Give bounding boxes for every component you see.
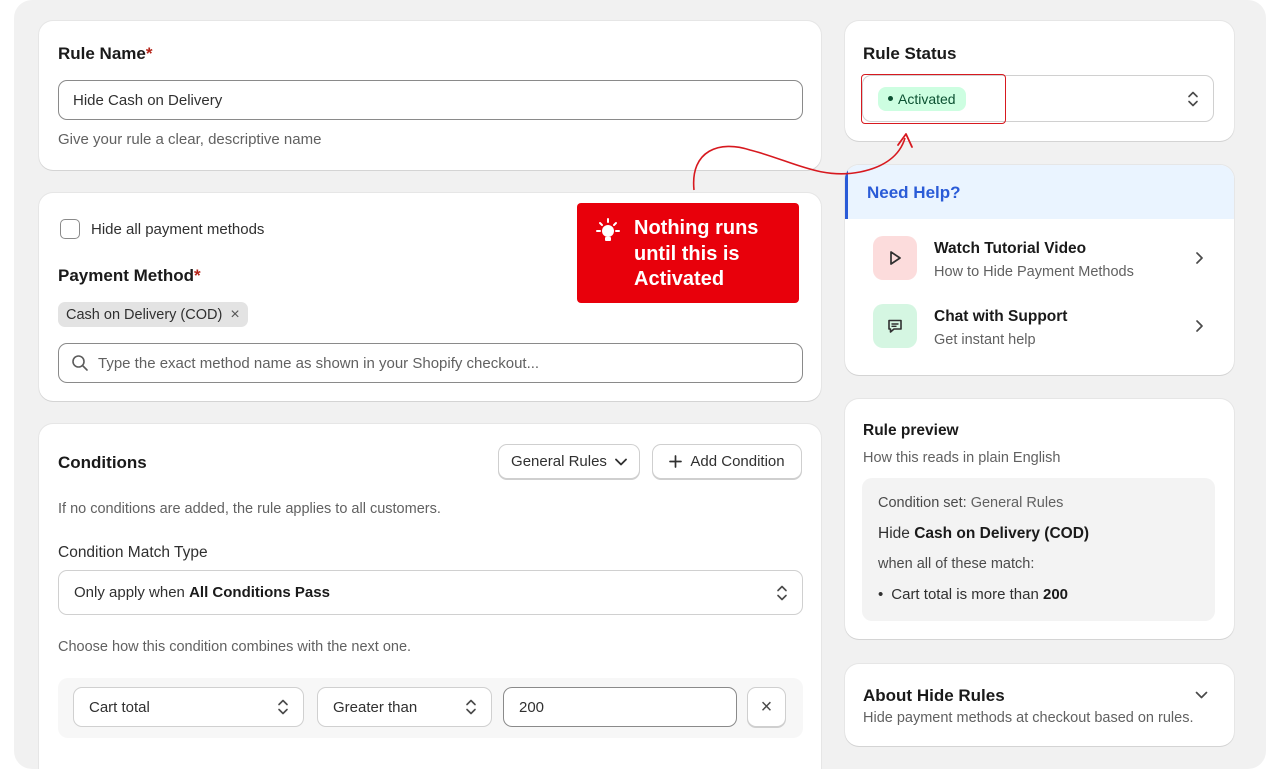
condition-row: Cart total Greater than 200 ×	[58, 678, 803, 738]
chip-remove-icon[interactable]: ×	[230, 306, 239, 324]
rule-name-label: Rule Name*	[58, 44, 153, 63]
condition-bullet: • Cart total is more than 200	[878, 586, 1069, 603]
payment-method-label: Payment Method*	[58, 266, 201, 285]
when-line: when all of these match:	[878, 556, 1035, 572]
about-title: About Hide Rules	[863, 686, 1005, 705]
help-item-title: Chat with Support	[934, 308, 1068, 325]
rule-name-help: Give your rule a clear, descriptive name	[58, 131, 322, 148]
add-condition-button[interactable]: Add Condition	[652, 444, 802, 479]
rule-name-card: Rule Name* Hide Cash on Delivery Give yo…	[39, 21, 821, 170]
chevron-down-icon[interactable]	[1195, 691, 1208, 700]
play-icon	[873, 236, 917, 280]
chevron-down-icon	[615, 458, 627, 465]
chat-icon	[873, 304, 917, 348]
condition-operator-value: Greater than	[333, 698, 418, 716]
help-item-subtitle: Get instant help	[934, 332, 1036, 348]
close-icon: ×	[760, 695, 773, 718]
help-item-title: Watch Tutorial Video	[934, 240, 1087, 257]
help-item-video[interactable]: Watch Tutorial Video How to Hide Payment…	[873, 235, 1221, 285]
preview-title: Rule preview	[863, 422, 959, 439]
conditions-card: Conditions General Rules Add Condition I…	[39, 424, 821, 769]
match-type-select[interactable]: Only apply when All Conditions Pass	[58, 570, 803, 615]
about-subtitle: Hide payment methods at checkout based o…	[863, 710, 1194, 726]
help-title: Need Help?	[867, 183, 961, 202]
condition-field-value: Cart total	[89, 698, 150, 716]
payment-chip: Cash on Delivery (COD) ×	[58, 302, 248, 327]
combine-note: Choose how this condition combines with …	[58, 639, 412, 655]
preview-subtitle: How this reads in plain English	[863, 450, 1061, 466]
help-header: Need Help?	[845, 165, 1234, 219]
remove-condition-button[interactable]: ×	[747, 687, 786, 727]
condition-value-input[interactable]: 200	[503, 687, 737, 727]
payment-search-input[interactable]: Type the exact method name as shown in y…	[58, 343, 803, 383]
general-rules-button[interactable]: General Rules	[498, 444, 640, 479]
rule-name-value: Hide Cash on Delivery	[73, 91, 223, 109]
add-condition-label: Add Condition	[690, 453, 785, 470]
lightbulb-icon	[596, 218, 620, 241]
condition-field-select[interactable]: Cart total	[73, 687, 304, 727]
activation-callout: Nothing runs until this is Activated	[577, 203, 799, 303]
match-type-prefix: Only apply when	[74, 584, 190, 601]
match-type-label: Condition Match Type	[58, 544, 208, 561]
conditions-note: If no conditions are added, the rule app…	[58, 501, 441, 517]
hide-all-label: Hide all payment methods	[91, 221, 265, 238]
help-card: Need Help? Watch Tutorial Video How to H…	[845, 165, 1234, 375]
condition-value: 200	[519, 698, 545, 716]
hide-line: Hide Cash on Delivery (COD)	[878, 525, 1090, 542]
status-highlight-box	[861, 74, 1006, 124]
updown-icon	[777, 585, 787, 600]
updown-icon	[278, 699, 288, 715]
updown-icon	[1188, 91, 1198, 106]
match-type-value: All Conditions Pass	[189, 584, 330, 601]
about-card[interactable]: About Hide Rules Hide payment methods at…	[845, 664, 1234, 746]
conditions-title: Conditions	[58, 453, 147, 472]
general-rules-label: General Rules	[511, 453, 607, 470]
rule-preview-card: Rule preview How this reads in plain Eng…	[845, 399, 1234, 639]
updown-icon	[466, 699, 476, 715]
help-item-subtitle: How to Hide Payment Methods	[934, 264, 1134, 280]
chevron-right-icon	[1196, 252, 1203, 264]
callout-text: Nothing runs until this is Activated	[634, 217, 759, 290]
condition-operator-select[interactable]: Greater than	[317, 687, 492, 727]
help-item-chat[interactable]: Chat with Support Get instant help	[873, 303, 1221, 353]
preview-box: Condition set: General Rules Hide Cash o…	[862, 478, 1215, 621]
search-placeholder: Type the exact method name as shown in y…	[98, 354, 540, 372]
rule-status-title: Rule Status	[863, 44, 957, 63]
chevron-right-icon	[1196, 320, 1203, 332]
plus-icon	[669, 455, 683, 468]
rule-name-input[interactable]: Hide Cash on Delivery	[58, 80, 803, 120]
hide-all-checkbox[interactable]	[60, 219, 80, 239]
search-icon	[72, 355, 88, 371]
condition-set-line: Condition set: General Rules	[878, 495, 1064, 511]
payment-chip-label: Cash on Delivery (COD)	[66, 306, 223, 323]
